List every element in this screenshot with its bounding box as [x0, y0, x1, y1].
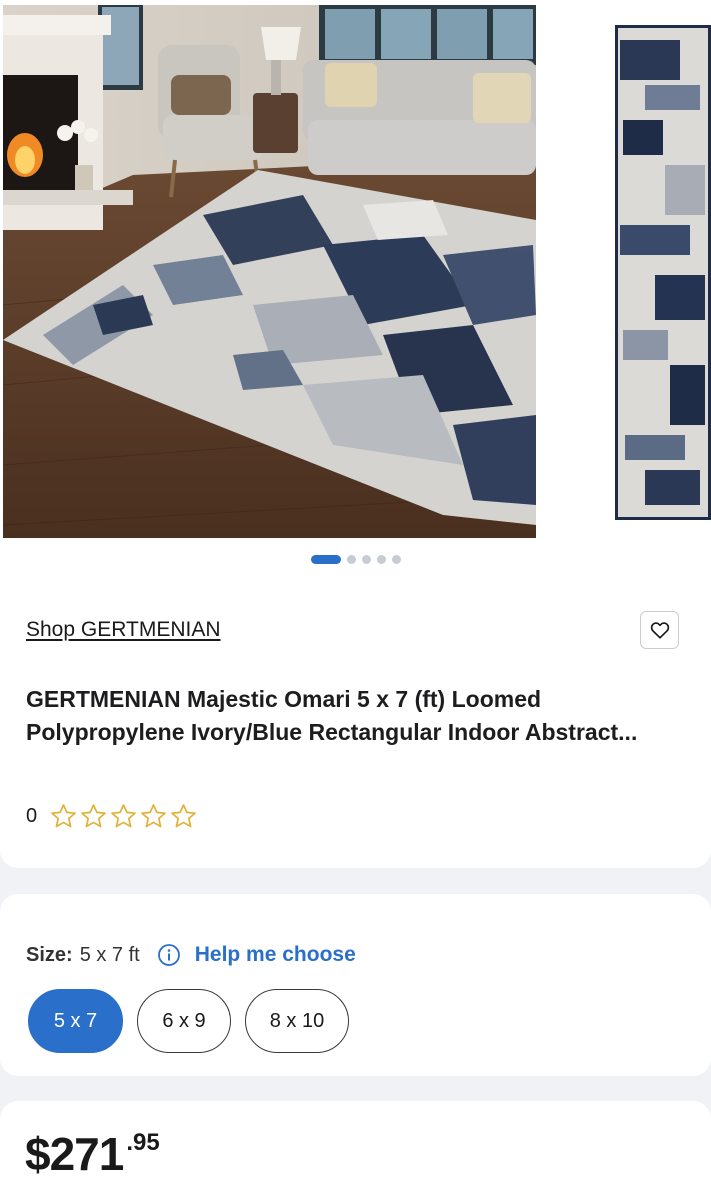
shop-brand-link[interactable]: Shop GERTMENIAN: [26, 618, 221, 642]
size-label: Size:: [26, 943, 73, 966]
carousel-image-room-scene[interactable]: [3, 5, 536, 538]
image-carousel[interactable]: [0, 0, 711, 540]
carousel-image-rug-runner[interactable]: [615, 25, 711, 520]
heart-icon: [650, 622, 669, 639]
price: $271 .95: [25, 1129, 160, 1179]
size-option-5x7[interactable]: 5 x 7: [28, 989, 123, 1053]
star-icon: [81, 804, 106, 828]
star-icon: [51, 804, 76, 828]
price-dollars: $271: [25, 1128, 124, 1180]
rating-summary[interactable]: 0: [26, 802, 198, 831]
star-icon: [171, 804, 196, 828]
star-icon: [141, 804, 166, 828]
carousel-dot[interactable]: [376, 554, 386, 564]
size-options: 5 x 7 6 x 9 8 x 10: [28, 989, 349, 1053]
carousel-pagination: [0, 552, 711, 566]
carousel-dot[interactable]: [310, 554, 341, 564]
price-card: $271 .95: [0, 1101, 711, 1200]
rating-count: 0: [26, 805, 38, 827]
help-me-choose-link[interactable]: Help me choose: [195, 943, 356, 967]
product-title: GERTMENIAN Majestic Omari 5 x 7 (ft) Loo…: [26, 686, 638, 745]
carousel-dot[interactable]: [361, 554, 371, 564]
star-icon: [111, 804, 136, 828]
info-icon[interactable]: [157, 943, 181, 967]
favorite-button[interactable]: [640, 611, 679, 649]
size-value: 5 x 7 ft: [79, 943, 140, 966]
size-selector-card: Size: 5 x 7 ft Help me choose 5 x 7 6 x …: [0, 894, 711, 1076]
price-cents: .95: [126, 1129, 160, 1156]
carousel-dot[interactable]: [391, 554, 401, 564]
carousel-dot[interactable]: [346, 554, 356, 564]
product-hero-card: Shop GERTMENIAN GERTMENIAN Majestic Omar…: [0, 0, 711, 868]
size-header: Size: 5 x 7 ft Help me choose: [26, 943, 356, 967]
size-option-8x10[interactable]: 8 x 10: [245, 989, 349, 1053]
rating-stars: [49, 802, 198, 831]
size-option-6x9[interactable]: 6 x 9: [137, 989, 231, 1053]
